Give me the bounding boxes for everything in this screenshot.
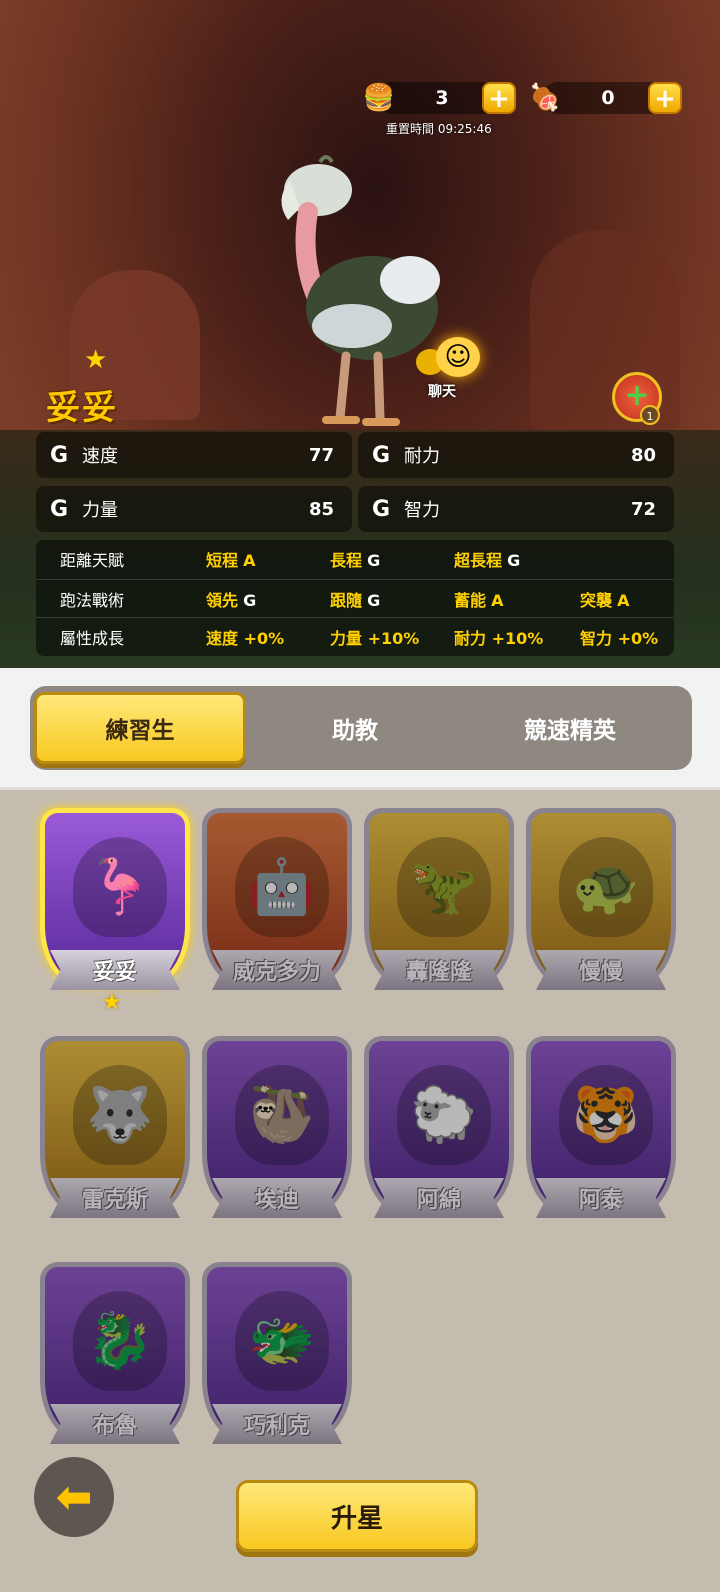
wolf-icon: 🐺: [73, 1065, 167, 1165]
category-tabs: 練習生 助教 競速精英: [30, 686, 692, 770]
star-icon: ★: [84, 345, 108, 375]
add-meat-button[interactable]: +: [648, 82, 682, 114]
meat-icon: 🍖: [528, 83, 562, 113]
add-food-button[interactable]: +: [482, 82, 516, 114]
stat-power: G 力量 85: [36, 486, 352, 532]
white-dragon-icon: 🐲: [235, 1291, 329, 1391]
character-card[interactable]: 🐉 布魯: [40, 1262, 190, 1462]
stat-stamina: G 耐力 80: [358, 432, 674, 478]
turtle-icon: 🐢: [559, 837, 653, 937]
attribute-details: 距離天賦 短程 A 長程 G 超長程 G 跑法戰術 領先 G 跟隨 G 蓄能 A…: [36, 540, 674, 656]
smiley-icon: ☺: [436, 337, 480, 377]
character-card[interactable]: 🐢 慢慢: [526, 808, 676, 1008]
sheep-icon: 🐑: [397, 1065, 491, 1165]
back-arrow-icon: ⬅: [55, 1471, 93, 1523]
character-scene: 🍔 3 + 🍖 0 + 重置時間 09:25:46 ☺ 聊天 + 1 ★ 妥妥 …: [0, 0, 720, 668]
food-resource: 🍔 3 +: [356, 78, 516, 118]
stat-intelligence: G 智力 72: [358, 486, 674, 532]
character-name: 妥妥: [46, 388, 118, 428]
character-card[interactable]: 🐯 阿泰: [526, 1036, 676, 1236]
character-card[interactable]: 🦩 妥妥 ★: [40, 808, 190, 1015]
back-button[interactable]: ⬅: [34, 1457, 114, 1537]
food-count: 3: [435, 87, 449, 109]
character-card[interactable]: 🐺 雷克斯: [40, 1036, 190, 1236]
meat-resource: 🍖 0 +: [522, 78, 682, 118]
tab-trainee[interactable]: 練習生: [34, 692, 246, 764]
tactics-row: 跑法戰術 領先 G 跟隨 G 蓄能 A 突襲 A: [36, 579, 674, 617]
robot-dino-icon: 🤖: [235, 837, 329, 937]
character-card[interactable]: 🦖 轟隆隆: [364, 808, 514, 1008]
sloth-icon: 🦥: [235, 1065, 329, 1165]
tab-racing-elite[interactable]: 競速精英: [470, 686, 670, 770]
star-icon: ★: [102, 990, 122, 1015]
growth-row: 屬性成長 速度 +0% 力量 +10% 耐力 +10% 智力 +0%: [36, 617, 674, 655]
tiger-icon: 🐯: [559, 1065, 653, 1165]
reset-timer: 重置時間 09:25:46: [386, 122, 492, 136]
burger-icon: 🍔: [362, 83, 396, 113]
character-card[interactable]: 🐲 巧利克: [202, 1262, 352, 1462]
ostrich-icon: 🦩: [73, 837, 167, 937]
upgrade-star-button[interactable]: 升星: [236, 1480, 478, 1552]
character-card[interactable]: 🦥 埃迪: [202, 1036, 352, 1236]
stat-speed: G 速度 77: [36, 432, 352, 478]
tab-assistant-coach[interactable]: 助教: [280, 686, 430, 770]
black-dino-icon: 🦖: [397, 837, 491, 937]
heal-count-badge: 1: [640, 405, 660, 425]
red-dragon-icon: 🐉: [73, 1291, 167, 1391]
character-card[interactable]: 🐑 阿綿: [364, 1036, 514, 1236]
distance-row: 距離天賦 短程 A 長程 G 超長程 G: [60, 551, 521, 570]
meat-count: 0: [601, 87, 615, 109]
character-card[interactable]: 🤖 威克多力: [202, 808, 352, 1008]
chat-button[interactable]: ☺ 聊天: [416, 333, 486, 403]
